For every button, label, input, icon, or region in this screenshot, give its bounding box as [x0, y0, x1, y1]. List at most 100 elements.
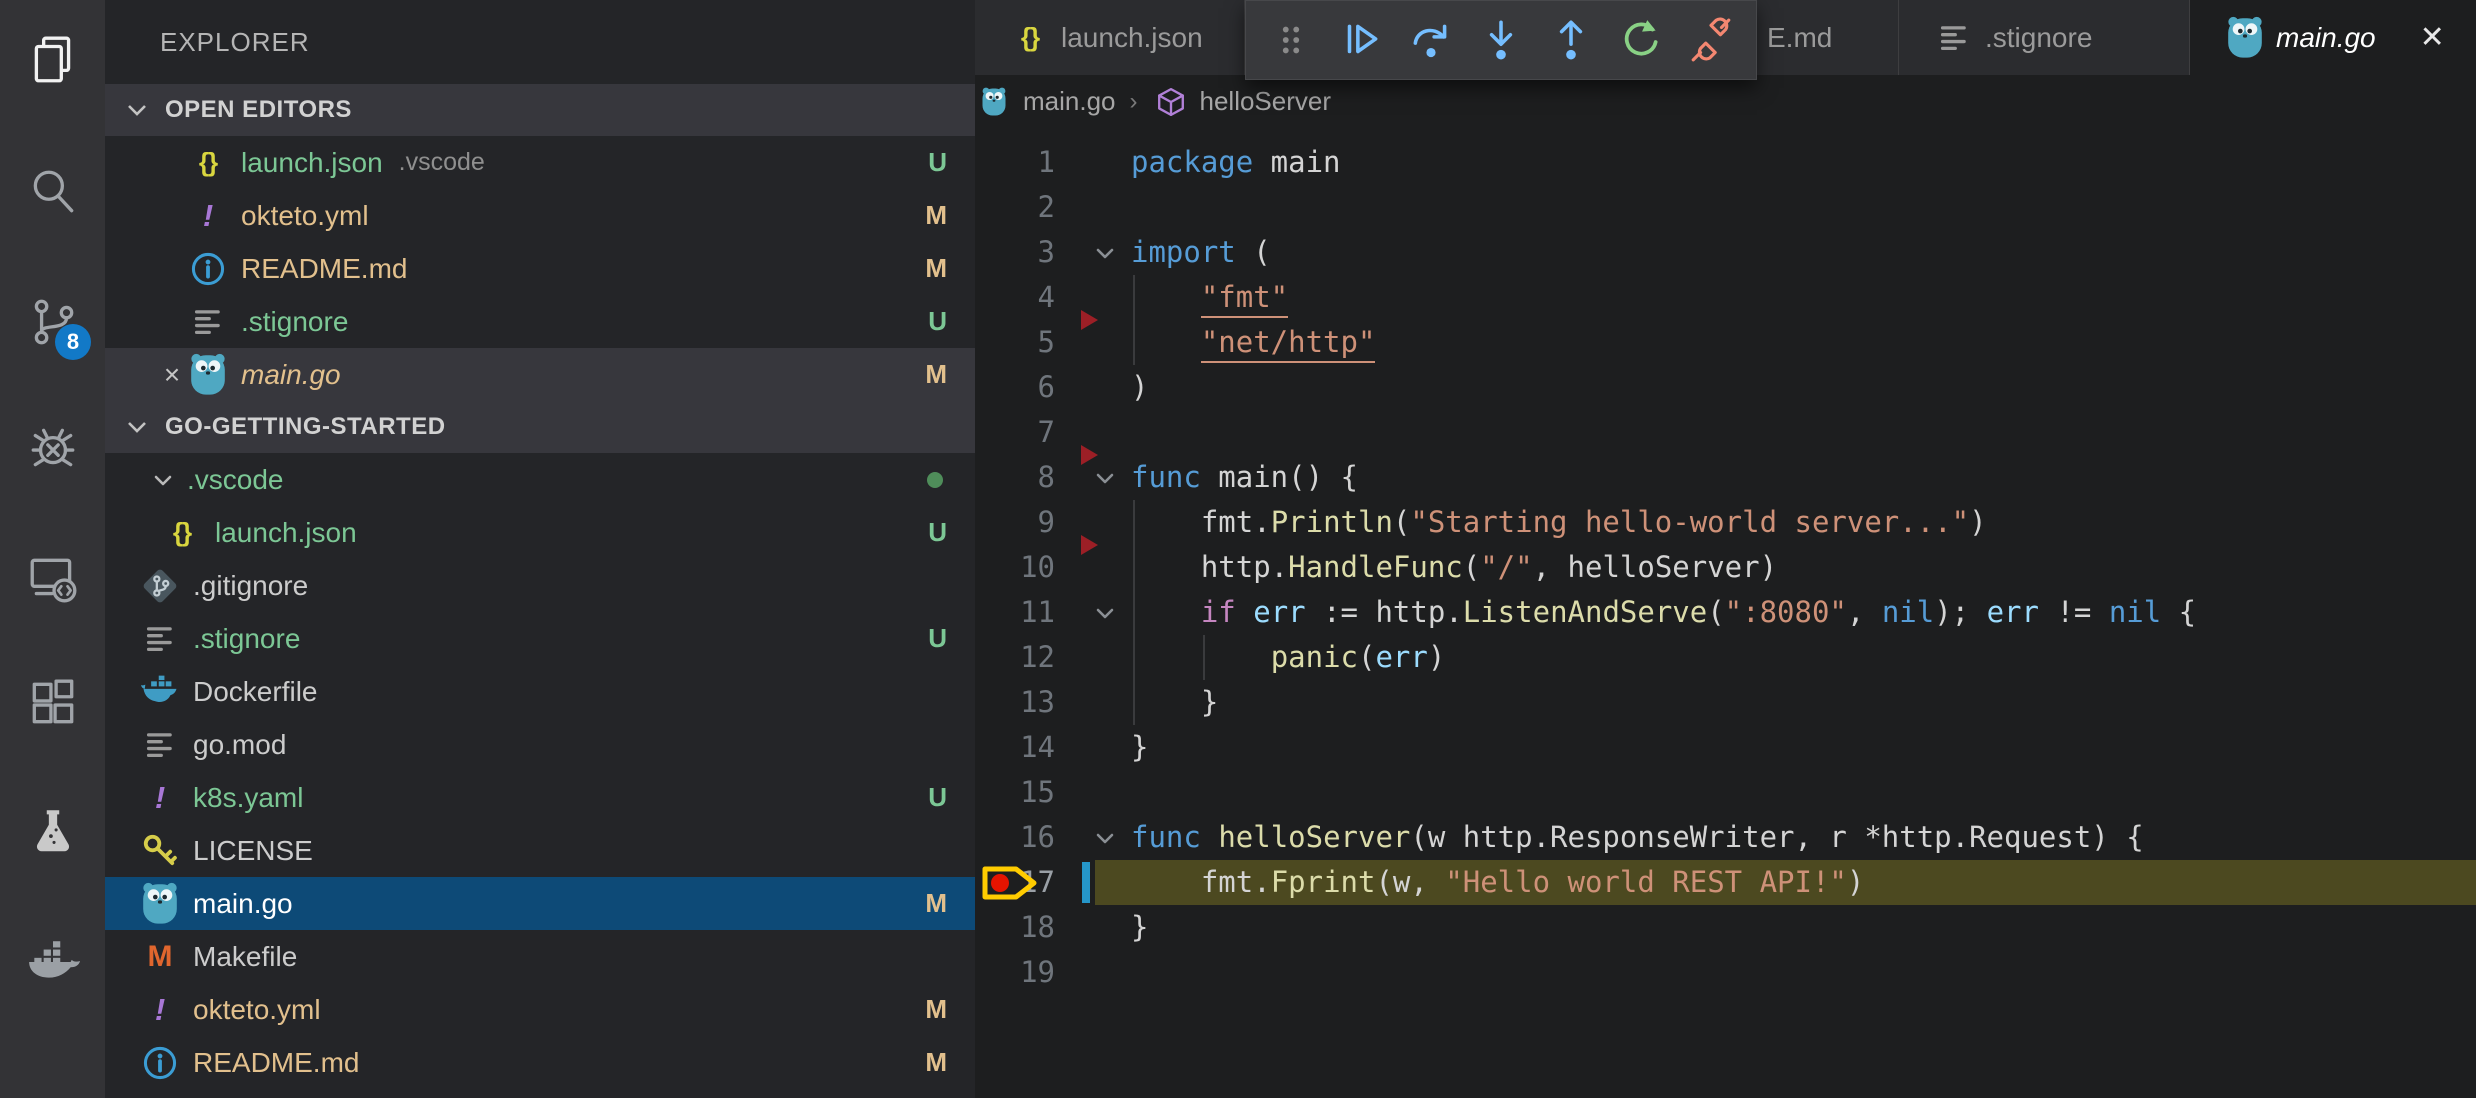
- code-line-12: panic(err): [1131, 635, 1445, 680]
- code-line-10: http.HandleFunc("/", helloServer): [1131, 545, 1777, 590]
- line-number[interactable]: 10: [975, 545, 1080, 590]
- tab-launch.json[interactable]: {}launch.json: [975, 0, 1245, 75]
- tree-item-LICENSE[interactable]: LICENSE: [105, 824, 975, 877]
- tab-E.md[interactable]: E.md: [1757, 0, 1899, 75]
- breadcrumb-file[interactable]: main.go: [1023, 86, 1116, 117]
- continue-button[interactable]: [1332, 11, 1390, 69]
- git-status-badge: M: [925, 1047, 947, 1078]
- line-number[interactable]: 13: [975, 680, 1080, 725]
- step-into-icon: [1478, 17, 1524, 63]
- git-status-badge: M: [925, 888, 947, 919]
- git-deleted-marker[interactable]: [1081, 310, 1098, 330]
- line-number[interactable]: 11: [975, 590, 1080, 635]
- gopher-icon: [189, 353, 227, 397]
- tree-item-README.md[interactable]: README.mdM: [105, 1036, 975, 1089]
- git-status-badge: M: [925, 994, 947, 1025]
- fold-chevron-icon[interactable]: [1085, 230, 1125, 275]
- line-number[interactable]: 15: [975, 770, 1080, 815]
- breakpoint-current-icon[interactable]: [981, 864, 1039, 902]
- line-number[interactable]: 8: [975, 455, 1080, 500]
- text-cursor: [1082, 862, 1090, 903]
- restart-button[interactable]: [1612, 11, 1670, 69]
- tree-item-go.mod[interactable]: go.mod: [105, 718, 975, 771]
- file-tree: .vscode {}launch.jsonU .gitignore .stignore…: [105, 453, 975, 1089]
- fold-chevron-icon[interactable]: [1085, 590, 1125, 635]
- file-label: .gitignore: [193, 570, 308, 602]
- line-number[interactable]: 9: [975, 500, 1080, 545]
- tree-item-launch.json[interactable]: {}launch.jsonU: [105, 506, 975, 559]
- git-icon: [141, 567, 179, 605]
- chevron-down-icon: [123, 413, 151, 441]
- activity-debug-icon[interactable]: [0, 396, 105, 500]
- project-section-header[interactable]: GO-GETTING-STARTED: [105, 401, 975, 453]
- code-line-1: package main: [1131, 140, 1341, 185]
- code-line-17: fmt.Fprint(w, "Hello world REST API!"): [1131, 860, 1864, 905]
- line-number[interactable]: 14: [975, 725, 1080, 770]
- open-editors-header[interactable]: OPEN EDITORS: [105, 84, 975, 136]
- activity-docker-icon[interactable]: [0, 910, 105, 1014]
- open-editor-launch.json[interactable]: {}launch.json.vscodeU: [105, 136, 975, 189]
- tree-item-okteto.yml[interactable]: !okteto.ymlM: [105, 983, 975, 1036]
- tree-item-main.go[interactable]: main.goM: [105, 877, 975, 930]
- line-number[interactable]: 3: [975, 230, 1080, 275]
- step-into-button[interactable]: [1472, 11, 1530, 69]
- code-line-8: func main() {: [1131, 455, 1358, 500]
- open-editor-.stignore[interactable]: .stignoreU: [105, 295, 975, 348]
- activity-testing-icon[interactable]: [0, 780, 105, 884]
- activity-source-control-icon[interactable]: 8: [0, 270, 105, 374]
- disconnect-button[interactable]: [1682, 11, 1740, 69]
- line-number[interactable]: 18: [975, 905, 1080, 950]
- line-number[interactable]: 5: [975, 320, 1080, 365]
- file-label: go.mod: [193, 729, 286, 761]
- tab-label: .stignore: [1985, 22, 2092, 54]
- code-line-18: }: [1131, 905, 1148, 950]
- breadcrumb-symbol[interactable]: helloServer: [1200, 86, 1332, 117]
- sidebar-title: EXPLORER: [105, 0, 975, 84]
- open-editor-main.go[interactable]: × main.go M: [105, 348, 975, 401]
- file-label: Makefile: [193, 941, 297, 973]
- tab-.stignore[interactable]: .stignore: [1899, 0, 2190, 75]
- step-out-button[interactable]: [1542, 11, 1600, 69]
- close-icon[interactable]: ✕: [2420, 20, 2445, 55]
- activity-bar: 8: [0, 0, 105, 1098]
- file-label: main.go: [241, 359, 341, 391]
- tree-item-.stignore[interactable]: .stignoreU: [105, 612, 975, 665]
- open-editor-README.md[interactable]: README.mdM: [105, 242, 975, 295]
- step-over-button[interactable]: [1402, 11, 1460, 69]
- close-icon[interactable]: ×: [155, 359, 189, 391]
- file-label: .vscode: [187, 464, 284, 496]
- continue-icon: [1338, 17, 1384, 63]
- activity-remote-icon[interactable]: [0, 526, 105, 630]
- activity-search-icon[interactable]: [0, 140, 105, 244]
- drag-handle[interactable]: [1262, 11, 1320, 69]
- file-label: Dockerfile: [193, 676, 317, 708]
- tree-item-.vscode[interactable]: .vscode: [105, 453, 975, 506]
- line-number[interactable]: 7: [975, 410, 1080, 455]
- tree-item-.gitignore[interactable]: .gitignore: [105, 559, 975, 612]
- git-deleted-marker[interactable]: [1081, 535, 1098, 555]
- line-number[interactable]: 16: [975, 815, 1080, 860]
- open-editor-okteto.yml[interactable]: !okteto.ymlM: [105, 189, 975, 242]
- code-editor[interactable]: 1package main23import (4 "fmt"5 "net/htt…: [975, 128, 2476, 1098]
- chevron-down-icon: [149, 466, 177, 494]
- braces-icon: {}: [189, 147, 227, 178]
- tree-item-k8s.yaml[interactable]: !k8s.yamlU: [105, 771, 975, 824]
- activity-files-icon[interactable]: [0, 8, 105, 112]
- line-number[interactable]: 4: [975, 275, 1080, 320]
- tab-main.go[interactable]: main.go✕: [2190, 0, 2476, 75]
- line-number[interactable]: 2: [975, 185, 1080, 230]
- activity-extensions-icon[interactable]: [0, 651, 105, 755]
- git-deleted-marker[interactable]: [1081, 445, 1098, 465]
- tree-item-Dockerfile[interactable]: Dockerfile: [105, 665, 975, 718]
- line-number[interactable]: 6: [975, 365, 1080, 410]
- git-status-badge: U: [928, 623, 947, 654]
- line-number[interactable]: 1: [975, 140, 1080, 185]
- code-line-5: "net/http": [1131, 320, 1375, 365]
- tree-item-Makefile[interactable]: MMakefile: [105, 930, 975, 983]
- line-number[interactable]: 19: [975, 950, 1080, 995]
- line-number[interactable]: 12: [975, 635, 1080, 680]
- git-status-badge: M: [925, 359, 947, 390]
- info-icon: [189, 250, 227, 288]
- fold-chevron-icon[interactable]: [1085, 815, 1125, 860]
- chevron-down-icon: [123, 96, 151, 124]
